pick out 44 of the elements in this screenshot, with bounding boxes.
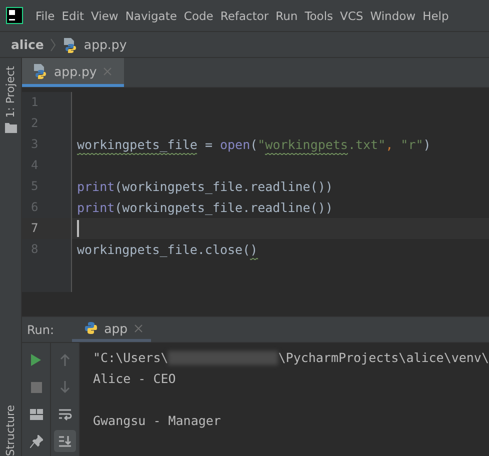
layout-icon — [30, 408, 42, 420]
python-icon — [84, 321, 98, 335]
menu-item[interactable]: Edit — [58, 8, 88, 22]
down-arrow-icon — [58, 380, 72, 394]
app-logo-icon — [6, 7, 23, 24]
breadcrumb-item[interactable]: app.py — [84, 37, 127, 52]
project-tool-tab[interactable]: 1: Project — [4, 66, 17, 118]
python-file-icon — [62, 36, 78, 52]
breadcrumb-item[interactable]: alice — [11, 37, 44, 52]
python-file-icon — [32, 63, 48, 79]
code-line: print(workingpets_file.readline()) — [77, 199, 333, 217]
menu-item[interactable]: View — [88, 8, 122, 22]
stop-icon — [30, 382, 42, 392]
chevron-icon — [50, 38, 56, 52]
play-icon — [30, 353, 42, 367]
editor-tab[interactable]: app.py — [22, 58, 124, 87]
code-line: workingpets_file = open("workingpets.txt", "r") — [77, 134, 431, 155]
scroll-to-end-icon — [58, 434, 72, 448]
menu-item[interactable]: Run — [272, 8, 302, 22]
soft-wrap-icon — [58, 407, 72, 421]
structure-tool-tab[interactable]: Structure — [4, 404, 17, 456]
console-tool-button[interactable] — [54, 430, 76, 452]
menu-item[interactable]: Help — [419, 8, 452, 22]
close-icon[interactable] — [134, 324, 143, 332]
menu-item[interactable]: Navigate — [122, 8, 180, 22]
menu-item[interactable]: Window — [366, 8, 420, 22]
text-cursor — [77, 220, 79, 237]
code-line: print(workingpets_file.readline()) — [77, 178, 333, 196]
console-output: \PycharmProjects\alice\venv\ — [278, 350, 489, 365]
menu-item[interactable]: VCS — [336, 8, 367, 22]
folder-icon — [4, 122, 16, 133]
menu-item[interactable]: Tools — [301, 8, 337, 22]
up-arrow-icon — [58, 353, 72, 367]
run-label: Run: — [27, 322, 54, 336]
console-output: Alice - CEO — [93, 371, 176, 386]
menu-item[interactable]: File — [32, 8, 58, 22]
tab-label: app.py — [54, 64, 97, 78]
code-line: workingpets_file.close() — [77, 239, 258, 260]
tab-label: app — [104, 320, 128, 336]
menu-item[interactable]: Code — [180, 8, 217, 22]
console-output: Gwangsu - Manager — [93, 413, 221, 428]
menu-item[interactable]: Refactor — [216, 8, 272, 22]
console-output: "C:\Users\ — [93, 350, 168, 365]
pin-icon — [30, 434, 42, 448]
